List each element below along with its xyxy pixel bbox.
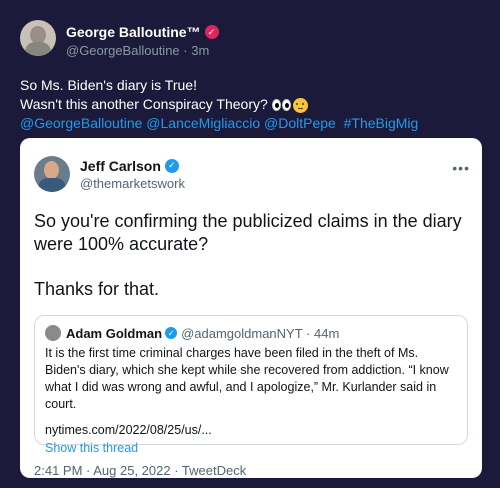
card-author-name[interactable]: Jeff Carlson [80,158,161,174]
avatar [45,325,61,341]
mention-link[interactable]: @LanceMigliaccio [146,115,260,131]
author-name[interactable]: George Balloutine™ [66,24,201,40]
verified-badge-icon: ✓ [164,158,179,173]
author-handle[interactable]: @GeorgeBalloutine [66,43,180,58]
avatar[interactable] [34,156,70,192]
card-author-handle[interactable]: @themarketswork [80,176,185,191]
verified-badge-icon: ✓ [165,327,178,339]
mention-link[interactable]: @DoltPepe [264,115,336,131]
quoted-author-handle: @adamgoldmanNYT · 44m [181,325,340,341]
hashtag-link[interactable]: #TheBigMig [344,115,419,131]
quoted-tweet-header: Adam Goldman ✓ @adamgoldmanNYT · 44m [45,325,457,341]
more-options-icon[interactable]: ••• [452,160,470,176]
tweet-line-1: So Ms. Biden's diary is True! [20,77,197,93]
author-handle-line: @GeorgeBalloutine · 3m [66,43,219,58]
show-thread-link[interactable]: Show this thread [45,441,457,455]
quoted-tweet[interactable]: Adam Goldman ✓ @adamgoldmanNYT · 44m It … [34,315,468,455]
post-time: · 3m [183,43,210,58]
card-text-main: So you're confirming the publicized clai… [34,211,462,254]
quoted-author-name: Adam Goldman [66,325,163,341]
avatar[interactable] [20,20,56,56]
outer-tweet-header: George Balloutine™ ✓ @GeorgeBalloutine ·… [20,14,482,64]
tweet-line-2: Wasn't this another Conspiracy Theory? [20,95,482,114]
tweet-mentions: @GeorgeBalloutine @LanceMigliaccio @Dolt… [20,114,482,133]
thinking-face-emoji-icon [292,97,308,113]
eyes-emoji-icon [271,99,291,112]
verified-badge-icon: ✓ [204,25,219,39]
card-header: Jeff Carlson ✓ @themarketswork [34,154,468,194]
article-link[interactable]: nytimes.com/2022/08/25/us/... [45,423,457,437]
tweet-timestamp[interactable]: 2:41 PM · Aug 25, 2022 · TweetDeck [34,463,468,478]
tweet-text: So Ms. Biden's diary is True! Wasn't thi… [20,76,482,133]
card-text-secondary: Thanks for that. [34,279,160,299]
quoted-tweet-text: It is the first time criminal charges ha… [45,346,449,411]
mention-link[interactable]: @GeorgeBalloutine [20,115,142,131]
embedded-tweet-card[interactable]: Jeff Carlson ✓ @themarketswork ••• So yo… [20,138,482,478]
